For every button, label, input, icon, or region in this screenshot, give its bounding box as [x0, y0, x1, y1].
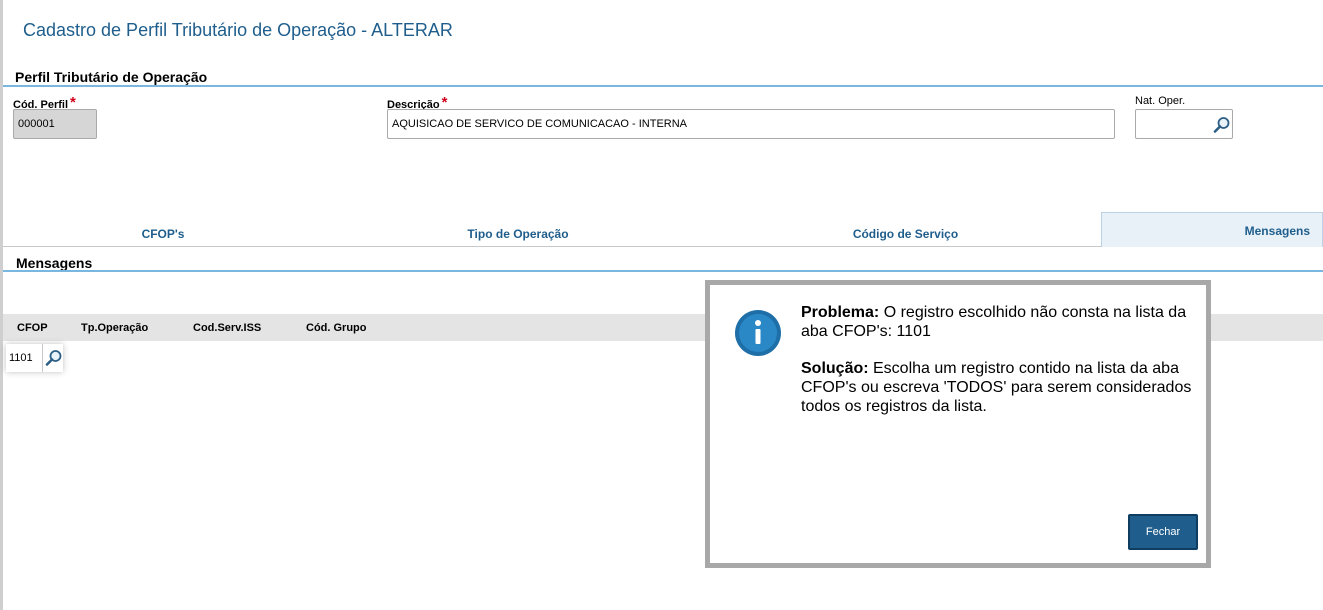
dialog-message: Problema: O registro escolhido não const… — [801, 303, 1196, 416]
cod-perfil-field: 000001 — [13, 109, 97, 139]
window-left-border — [0, 0, 3, 610]
grid-col-tp-operacao[interactable]: Tp.Operação — [81, 322, 148, 334]
descricao-field[interactable]: AQUISICAO DE SERVICO DE COMUNICACAO - IN… — [387, 109, 1115, 139]
tab-cfops[interactable]: CFOP's — [3, 212, 323, 247]
grid-col-cod-grupo[interactable]: Cód. Grupo — [306, 322, 367, 334]
tab-tipo-de-operacao[interactable]: Tipo de Operação — [323, 212, 713, 247]
mensagens-section-divider — [3, 270, 1323, 272]
cfop-search-icon[interactable] — [45, 349, 63, 367]
solution-paragraph: Solução: Escolha um registro contido na … — [801, 360, 1192, 415]
cfop-cell-value[interactable]: 1101 — [9, 352, 33, 364]
grid-col-cfop[interactable]: CFOP — [17, 322, 48, 334]
cell-divider — [42, 344, 43, 372]
close-button[interactable]: Fechar — [1128, 514, 1198, 550]
perfil-section-divider — [3, 85, 1323, 87]
message-dialog: Problema: O registro escolhido não const… — [705, 280, 1211, 568]
perfil-section-title: Perfil Tributário de Operação — [15, 69, 208, 85]
mensagens-section-title: Mensagens — [16, 255, 93, 271]
tab-bar: CFOP's Tipo de Operação Código de Serviç… — [3, 212, 1323, 247]
grid-col-cod-serv-iss[interactable]: Cod.Serv.ISS — [193, 322, 261, 334]
tab-mensagens[interactable]: Mensagens — [1101, 212, 1323, 247]
cfop-cell-editor[interactable]: 1101 — [6, 344, 63, 372]
problem-paragraph: Problema: O registro escolhido não const… — [801, 304, 1187, 340]
nat-oper-search-icon[interactable] — [1213, 116, 1231, 134]
tab-codigo-de-servico[interactable]: Código de Serviço — [713, 212, 1098, 247]
page-title: Cadastro de Perfil Tributário de Operaçã… — [23, 20, 453, 40]
info-icon — [735, 310, 781, 356]
nat-oper-label: Nat. Oper. — [1135, 95, 1186, 107]
